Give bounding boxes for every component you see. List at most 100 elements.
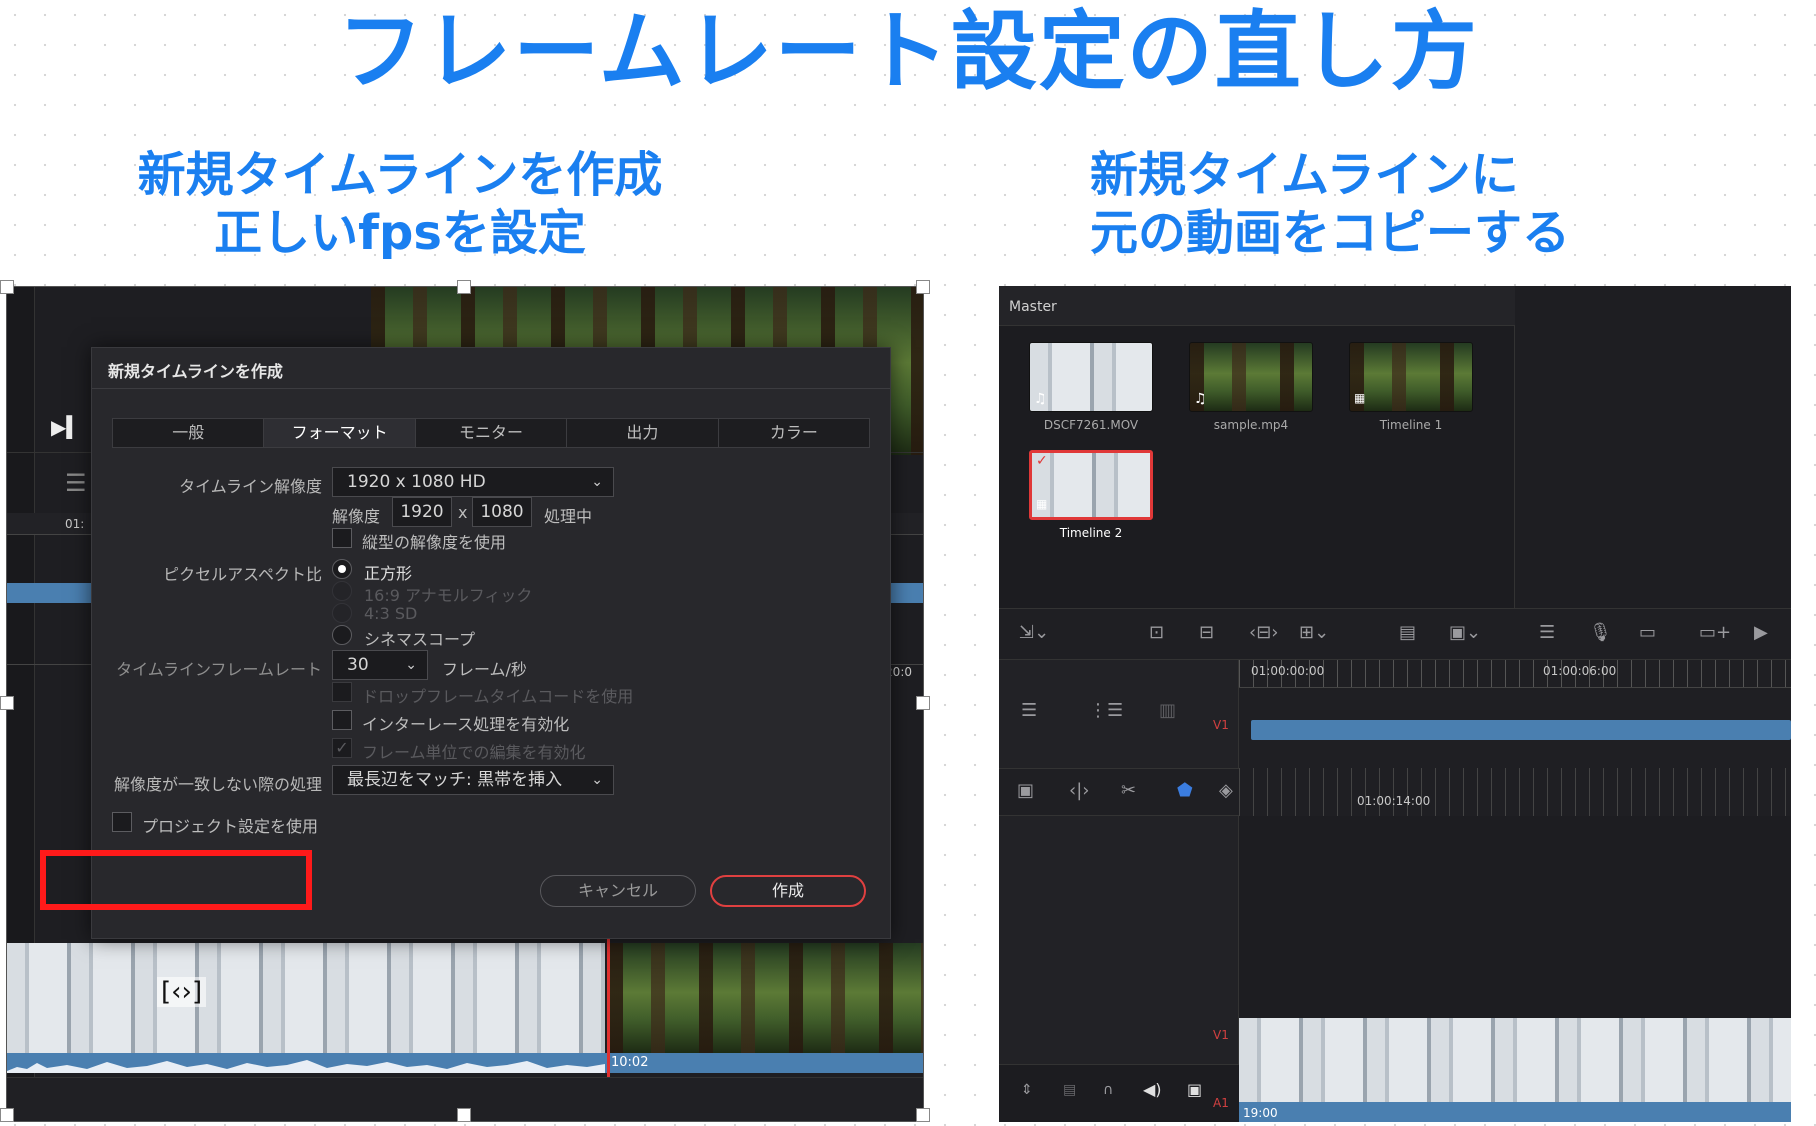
- processing-label: 処理中: [544, 507, 593, 526]
- bottom-video-clip[interactable]: [1239, 1018, 1791, 1102]
- cancel-button[interactable]: キャンセル: [540, 875, 696, 907]
- caption-right-line2: 元の動画をコピーする: [1090, 205, 1571, 261]
- ripple-icon[interactable]: ▣⌄: [1449, 622, 1481, 643]
- resolution-height-input[interactable]: 1080: [472, 497, 532, 527]
- ruler-tc-1: 01:00:06:00: [1543, 664, 1617, 678]
- expand-icon[interactable]: ⇕: [1021, 1082, 1033, 1098]
- trim-icon[interactable]: ▣: [1017, 780, 1034, 801]
- track-select-icon[interactable]: ☰: [1021, 700, 1037, 721]
- play-icon[interactable]: ▶: [1754, 622, 1768, 643]
- track-label-a1: A1: [1213, 1096, 1229, 1110]
- timeline-ruler-2[interactable]: [1239, 768, 1791, 816]
- resize-handle[interactable]: [457, 280, 471, 294]
- media-pool-header: [999, 286, 1515, 326]
- timeline-resolution-select[interactable]: 1920 x 1080 HD ⌄: [332, 467, 614, 497]
- mixer-icon[interactable]: ☰: [1539, 622, 1555, 643]
- tab-color[interactable]: カラー: [719, 419, 869, 447]
- drop-frame-checkbox[interactable]: [332, 682, 352, 702]
- main-title: フレームレート設定の直し方: [337, 2, 1479, 102]
- play-to-end-icon[interactable]: ▶▍: [51, 415, 82, 439]
- bottom-timecode: 19:00: [1243, 1106, 1278, 1120]
- poi-icon[interactable]: ▭: [1639, 622, 1656, 643]
- use-project-settings-label: プロジェクト設定を使用: [142, 817, 319, 836]
- timeline-icon: ▦: [1354, 391, 1366, 405]
- resize-handle[interactable]: [0, 1108, 14, 1122]
- poi-add-icon[interactable]: ▭+: [1699, 622, 1731, 643]
- tab-format[interactable]: フォーマット: [264, 419, 416, 447]
- tab-output[interactable]: 出力: [567, 419, 719, 447]
- track-edit-icon[interactable]: ⋮☰: [1089, 700, 1123, 721]
- dialog-title: 新規タイムラインを作成: [108, 362, 283, 381]
- caption-left: 新規タイムラインを作成 正しいfpsを設定: [60, 146, 740, 262]
- keyframe-icon[interactable]: ◈: [1219, 780, 1233, 801]
- mismatch-select[interactable]: 最長辺をマッチ: 黒帯を挿入 ⌄: [332, 765, 614, 795]
- caption-right-line1: 新規タイムラインに: [1090, 147, 1519, 203]
- frame-rate-select[interactable]: 30 ⌄: [332, 650, 428, 680]
- trim-cursor-icon: [‹›]: [157, 977, 207, 1007]
- resize-handle[interactable]: [916, 1108, 930, 1122]
- radio-anamorphic-label: 16:9 アナモルフィック: [364, 586, 533, 605]
- ruler-tc-2: 01:00:14:00: [1357, 794, 1431, 808]
- radio-cinemascope[interactable]: [332, 625, 352, 645]
- bottom-track-controls: [999, 1064, 1239, 1122]
- film-icon[interactable]: ▣: [1187, 1080, 1202, 1099]
- create-button[interactable]: 作成: [710, 875, 866, 907]
- tab-general[interactable]: 一般: [113, 419, 265, 447]
- track-lock-icon[interactable]: ▥: [1159, 700, 1176, 721]
- timeline-name-2: Timeline 2: [1059, 526, 1123, 540]
- interlace-checkbox[interactable]: [332, 710, 352, 730]
- frame-edit-label: フレーム単位での編集を有効化: [362, 743, 586, 762]
- microphone-icon[interactable]: 🎙: [1589, 622, 1612, 643]
- place-on-top-icon[interactable]: ⊞⌄: [1299, 622, 1329, 643]
- audio-waveform[interactable]: [7, 1053, 923, 1073]
- clip-thumbnail-dscf[interactable]: ♫: [1029, 342, 1153, 412]
- pixel-aspect-label: ピクセルアスペクト比: [163, 565, 322, 584]
- check-icon: ✓: [335, 738, 349, 757]
- davinci-media-pool-screenshot: Master ♫ DSCF7261.MOV ♫ sample.mp4 ▦ Tim…: [999, 286, 1791, 1122]
- resolution-x: x: [458, 503, 468, 522]
- clip-name-dscf: DSCF7261.MOV: [1043, 418, 1139, 432]
- resize-handle[interactable]: [916, 280, 930, 294]
- insert-icon[interactable]: ⊡: [1149, 622, 1164, 643]
- headphones-icon[interactable]: ∩: [1103, 1082, 1113, 1098]
- ruler-tc-0: 01:00:00:00: [1251, 664, 1325, 678]
- timeline-thumbnail-2[interactable]: ✓ ▦: [1029, 450, 1153, 520]
- use-project-settings-checkbox[interactable]: [112, 812, 132, 832]
- dynamic-trim-icon[interactable]: ‹|›: [1069, 780, 1089, 801]
- video-clip-forest[interactable]: [609, 943, 923, 1053]
- marker-icon[interactable]: ⬟: [1177, 780, 1193, 801]
- radio-square-label: 正方形: [364, 564, 413, 583]
- drop-frame-label: ドロップフレームタイムコードを使用: [362, 687, 634, 706]
- blade-icon[interactable]: ✂: [1121, 780, 1136, 801]
- music-note-icon: ♫: [1034, 391, 1047, 407]
- radio-square[interactable]: [332, 559, 352, 579]
- frame-edit-checkbox[interactable]: ✓: [332, 738, 352, 758]
- append-icon[interactable]: ▤: [1399, 622, 1416, 643]
- radio-sd[interactable]: [332, 603, 352, 623]
- video-clip-train[interactable]: [7, 943, 605, 1053]
- timeline-thumbnail-1[interactable]: ▦: [1349, 342, 1473, 412]
- overwrite-icon[interactable]: ⊟: [1199, 622, 1214, 643]
- music-note-icon: ♫: [1194, 391, 1207, 407]
- resize-handle[interactable]: [0, 280, 14, 294]
- resize-handle[interactable]: [457, 1108, 471, 1122]
- vertical-resolution-checkbox[interactable]: [332, 528, 352, 548]
- bottom-audio-clip[interactable]: [1239, 1102, 1791, 1122]
- lock-icon[interactable]: ▤: [1063, 1082, 1076, 1098]
- resolution-width-input[interactable]: 1920: [392, 497, 452, 527]
- track-label-v1: V1: [1213, 718, 1229, 732]
- replace-icon[interactable]: ‹⊟›: [1249, 622, 1278, 643]
- resize-handle[interactable]: [916, 696, 930, 710]
- mixer-icon[interactable]: ☰: [65, 469, 87, 497]
- waveform-graphic: [7, 1060, 605, 1073]
- speaker-icon[interactable]: ◀): [1143, 1080, 1162, 1099]
- select-mode-icon[interactable]: ⇲⌄: [1019, 622, 1049, 643]
- bin-label[interactable]: Master: [1009, 299, 1057, 315]
- timeline-clip[interactable]: [1251, 720, 1791, 740]
- resize-handle[interactable]: [0, 696, 14, 710]
- radio-anamorphic[interactable]: [332, 581, 352, 601]
- mismatch-value: 最長辺をマッチ: 黒帯を挿入: [347, 770, 563, 790]
- clip-thumbnail-sample[interactable]: ♫: [1189, 342, 1313, 412]
- frame-rate-value: 30: [347, 655, 369, 675]
- tab-monitor[interactable]: モニター: [416, 419, 568, 447]
